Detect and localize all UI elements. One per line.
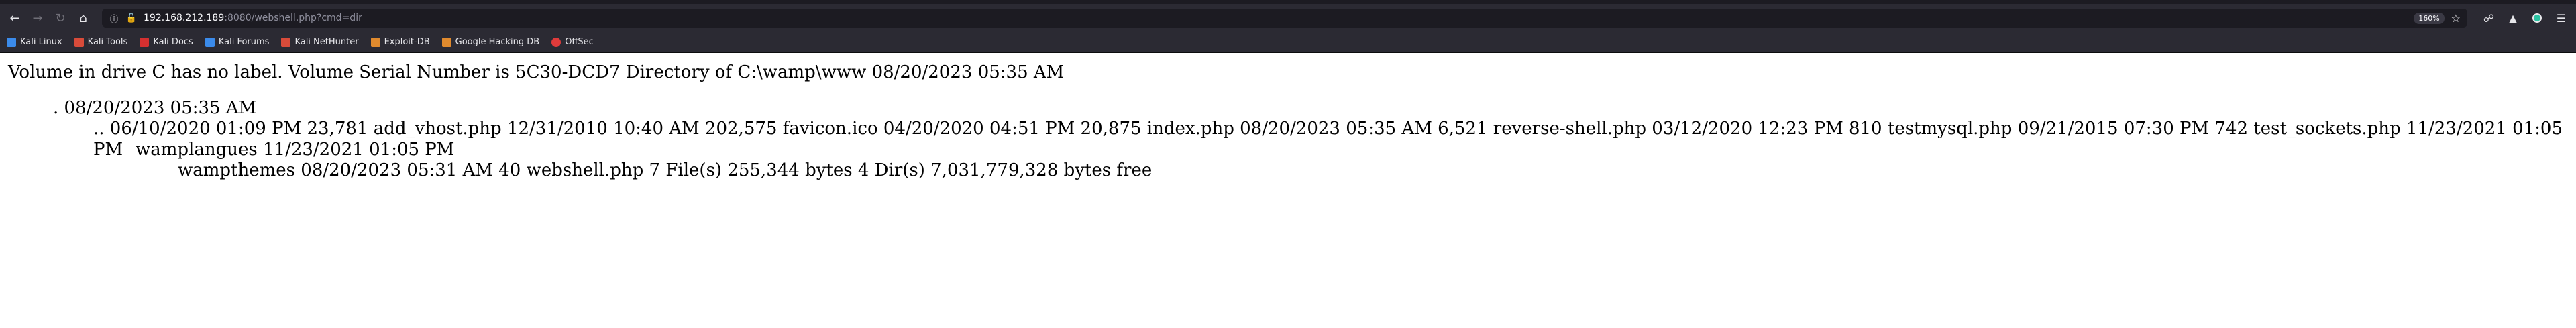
kali-tools-icon [74,37,84,47]
bookmark-kali-tools[interactable]: Kali Tools [74,37,127,47]
bookmark-google-hacking-db[interactable]: Google Hacking DB [441,37,539,47]
offsec-icon [551,37,561,47]
tab-strip [0,0,2576,5]
extensions-icon[interactable]: ▲ [2504,9,2522,28]
url-path: :8080/webshell.php?cmd=dir [224,13,362,23]
bookmark-kali-forums[interactable]: Kali Forums [205,37,269,47]
dir-output-current: . 08/20/2023 05:35 AM [53,98,257,118]
kali-nethunter-icon [281,37,291,47]
bookmark-exploit-db[interactable]: Exploit-DB [370,37,430,47]
profile-icon[interactable] [2528,9,2546,28]
kali-linux-icon [7,37,16,47]
navigation-toolbar: ← → ↻ ⌂ ⓘ 🔓 192.168.212.189:8080/webshel… [0,5,2576,32]
reload-icon[interactable]: ↻ [51,9,70,28]
dir-output-summary: wampthemes 08/20/2023 05:31 AM 40 webshe… [178,160,1152,180]
page-info-icon[interactable]: ⓘ [109,13,119,25]
back-icon[interactable]: ← [5,9,24,28]
bookmark-kali-nethunter[interactable]: Kali NetHunter [281,37,359,47]
bookmark-kali-docs[interactable]: Kali Docs [140,37,193,47]
kali-docs-icon [140,37,150,47]
url-host: 192.168.212.189 [144,13,225,23]
google-hacking-db-icon [441,37,451,47]
page-content: Volume in drive C has no label. Volume S… [0,53,2576,328]
url-bar[interactable]: ⓘ 🔓 192.168.212.189:8080/webshell.php?cm… [102,9,2467,28]
bookmark-star-icon[interactable]: ☆ [2451,12,2461,25]
menu-icon[interactable]: ☰ [2552,9,2571,28]
pocket-icon[interactable]: ☍ [2479,9,2498,28]
dir-output-files: .. 06/10/2020 01:09 PM 23,781 add_vhost.… [93,119,2563,160]
insecure-lock-icon[interactable]: 🔓 [126,13,137,23]
dir-output-header: Volume in drive C has no label. Volume S… [8,62,1065,83]
forward-icon[interactable]: → [28,9,47,28]
exploit-db-icon [370,37,380,47]
zoom-badge[interactable]: 160% [2414,12,2445,24]
bookmark-offsec[interactable]: OffSec [551,37,594,47]
home-icon[interactable]: ⌂ [74,9,93,28]
kali-forums-icon [205,37,215,47]
dir-output-wamplangues: wamplangues 11/23/2021 01:05 PM [136,140,455,160]
bookmarks-toolbar: Kali Linux Kali Tools Kali Docs Kali For… [0,32,2576,53]
bookmark-kali-linux[interactable]: Kali Linux [7,37,62,47]
